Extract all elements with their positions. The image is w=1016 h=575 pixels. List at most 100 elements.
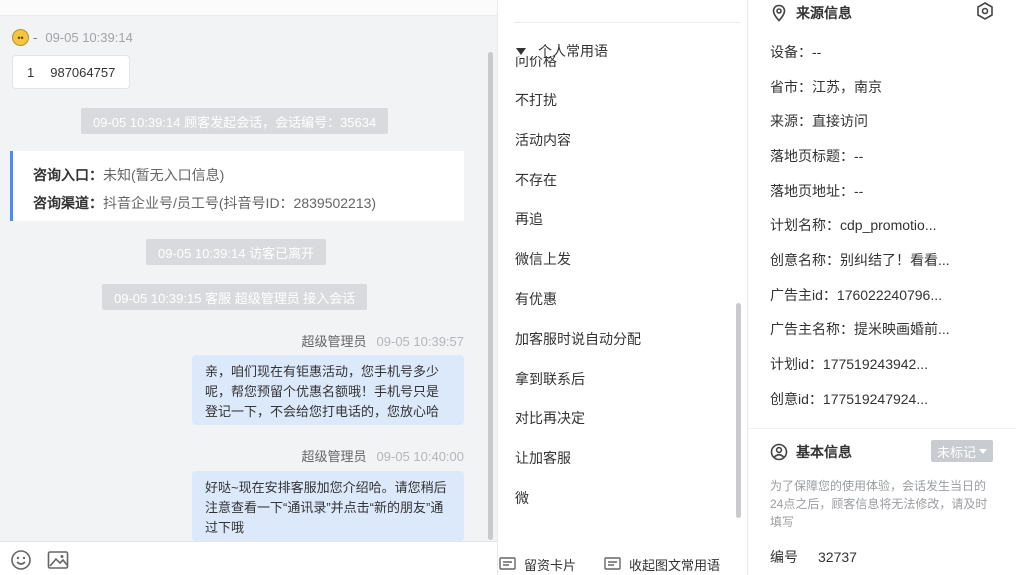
source-row-value: -- <box>812 44 822 60</box>
phrase-item[interactable]: 让加客服 <box>515 447 641 487</box>
phrase-item[interactable]: 对比再决定 <box>515 407 641 447</box>
agent-name: 超级管理员 <box>301 449 367 464</box>
chat-header-strip <box>0 0 497 16</box>
system-message-left: 09-05 10:39:14 访客已离开 <box>146 239 327 265</box>
basic-section-title: 基本信息 <box>770 442 852 462</box>
agent-message-time: 09-05 10:40:00 <box>376 449 464 464</box>
source-row-value: 176022240796... <box>836 287 943 303</box>
phrase-item[interactable]: 不存在 <box>515 169 641 209</box>
card-button-label: 留资卡片 <box>524 558 577 573</box>
tag-dropdown-label: 未标记 <box>937 444 977 460</box>
card-icon <box>499 557 516 570</box>
source-row-value: 别纠结了！看看... <box>840 252 950 268</box>
phrase-item-clipped[interactable]: 问价格 <box>515 56 557 68</box>
entry-value: 未知(暂无入口信息) <box>103 167 225 183</box>
source-row-value: 直接访问 <box>812 113 868 129</box>
phrase-item[interactable]: 加客服时说自动分配 <box>515 328 641 368</box>
source-row-label: 计划id： <box>770 356 823 372</box>
source-row: 广告主名称：提米映画婚前... <box>770 319 950 339</box>
location-pin-icon <box>772 4 786 22</box>
source-row-value: 江苏，南京 <box>812 79 882 95</box>
source-row-value: -- <box>854 148 864 164</box>
entry-label: 咨询入口： <box>33 167 103 183</box>
customer-id-row: 编号 32737 <box>770 547 857 567</box>
caret-down-icon <box>979 448 988 454</box>
visitor-message-num: 1 <box>27 64 35 80</box>
phrases-panel: 个人常用语 问价格 不打扰 活动内容 不存在 再追 微信上发 有优惠 加客服时说… <box>497 0 748 575</box>
source-row: 省市：江苏，南京 <box>770 77 882 97</box>
chat-toolbar <box>0 541 497 575</box>
customer-id-value: 32737 <box>818 549 857 565</box>
source-row-value: cdp_promotio... <box>840 217 937 233</box>
phrase-item[interactable]: 有优惠 <box>515 288 641 328</box>
source-row-label: 广告主名称： <box>770 321 854 337</box>
source-row-label: 来源： <box>770 113 812 129</box>
visitor-separator: - <box>33 30 38 45</box>
source-row: 落地页地址：-- <box>770 181 863 201</box>
agent-message-bubble: 好哒~现在安排客服加您介绍哈。请您稍后注意查看一下“通讯录”并点击“新的朋友”通… <box>192 471 464 541</box>
source-row-value: 177519243942... <box>822 356 929 372</box>
source-row: 设备：-- <box>770 42 821 62</box>
source-row-label: 落地页标题： <box>770 148 854 164</box>
user-circle-icon <box>770 443 788 461</box>
source-row: 创意id：177519247924... <box>770 389 928 409</box>
source-row-value: 提米映画婚前... <box>854 321 950 337</box>
smile-icon[interactable] <box>10 550 32 570</box>
source-row: 计划名称：cdp_promotio... <box>770 215 937 235</box>
agent-name: 超级管理员 <box>301 334 367 349</box>
source-row-label: 创意id： <box>770 391 823 407</box>
image-icon[interactable] <box>47 550 69 570</box>
system-message-start: 09-05 10:39:14 顾客发起会话，会话编号：35634 <box>81 108 389 134</box>
source-row: 来源：直接访问 <box>770 111 868 131</box>
collapse-phrases-label: 收起图文常用语 <box>629 558 721 573</box>
source-row: 广告主id：176022240796... <box>770 285 942 305</box>
collapse-phrases-button[interactable]: 收起图文常用语 <box>604 555 720 574</box>
agent-message-meta: 超级管理员 09-05 10:40:00 <box>302 446 464 465</box>
source-row: 计划id：177519243942... <box>770 354 928 374</box>
section-divider <box>748 428 1016 429</box>
agent-message-bubble: 亲，咱们现在有钜惠活动，您手机号多少呢，帮您预留个优惠名额哦！手机号只是登记一下… <box>192 355 464 425</box>
source-row-value: -- <box>854 183 864 199</box>
visitor-message-phone: 987064757 <box>50 64 116 80</box>
channel-value: 抖音企业号/员工号(抖音号ID：2839502213) <box>103 195 377 211</box>
source-row-label: 省市： <box>770 79 812 95</box>
system-message-join: 09-05 10:39:15 客服 超级管理员 接入会话 <box>102 284 368 310</box>
phrase-item[interactable]: 微 <box>515 487 641 527</box>
source-row-label: 计划名称： <box>770 217 840 233</box>
edit-notice: 为了保障您的使用体验，会话发生当日的24点之后，顾客信息将无法修改，请及时填写 <box>770 479 988 529</box>
message-icon <box>604 557 621 570</box>
visitor-message: 1 987064757 <box>12 55 131 89</box>
channel-label: 咨询渠道： <box>33 195 103 211</box>
card-button[interactable]: 留资卡片 <box>499 555 576 574</box>
customer-info-panel: 来源信息 设备：-- 省市：江苏，南京 来源：直接访问 落地页标题：-- 落地页… <box>748 0 1016 575</box>
chat-panel: •• - 09-05 10:39:14 1 987064757 09-05 10… <box>0 0 497 575</box>
source-section-title: 来源信息 <box>770 3 852 23</box>
phrase-item[interactable]: 拿到联系后 <box>515 368 641 408</box>
tag-dropdown[interactable]: 未标记 <box>931 440 994 462</box>
source-row-label: 创意名称： <box>770 252 840 268</box>
phrase-item[interactable]: 不打扰 <box>515 89 641 129</box>
entry-row: 咨询入口：未知(暂无入口信息) <box>33 161 464 189</box>
hexagon-settings-icon[interactable] <box>975 1 995 24</box>
caret-down-icon <box>516 47 526 55</box>
consult-info-card: 咨询入口：未知(暂无入口信息) 咨询渠道：抖音企业号/员工号(抖音号ID：283… <box>10 151 464 221</box>
phrase-list: 不打扰 活动内容 不存在 再追 微信上发 有优惠 加客服时说自动分配 拿到联系后… <box>515 89 641 527</box>
source-row-label: 设备： <box>770 44 812 60</box>
phrases-scrollbar[interactable] <box>736 303 741 518</box>
visitor-time: 09-05 10:39:14 <box>45 30 133 45</box>
basic-title: 基本信息 <box>796 444 852 460</box>
source-title: 来源信息 <box>796 5 852 21</box>
customer-id-label: 编号 <box>770 549 798 565</box>
source-row: 创意名称：别纠结了！看看... <box>770 250 950 270</box>
source-row: 落地页标题：-- <box>770 146 863 166</box>
chat-scrollbar[interactable] <box>488 52 493 540</box>
channel-row: 咨询渠道：抖音企业号/员工号(抖音号ID：2839502213) <box>33 189 464 217</box>
phrase-item[interactable]: 再追 <box>515 208 641 248</box>
phrase-item[interactable]: 活动内容 <box>515 129 641 169</box>
phrases-divider <box>514 22 740 23</box>
source-row-label: 落地页地址： <box>770 183 854 199</box>
emoji-face-icon: •• <box>12 29 29 46</box>
source-row-label: 广告主id： <box>770 287 837 303</box>
phrase-item[interactable]: 微信上发 <box>515 248 641 288</box>
source-row-value: 177519247924... <box>822 391 929 407</box>
